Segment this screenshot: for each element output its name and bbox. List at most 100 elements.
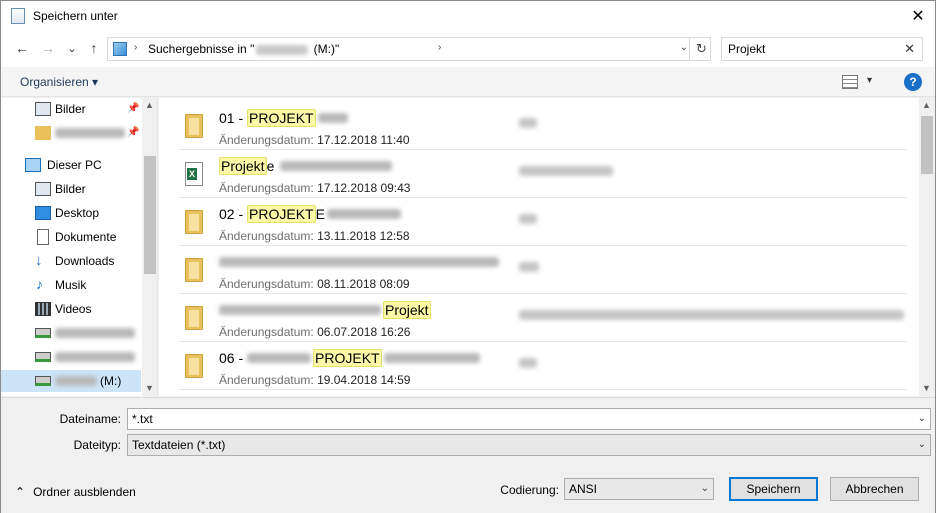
file-name	[219, 254, 499, 270]
sidebar-item-music[interactable]: ♪ Musik	[1, 274, 141, 296]
recent-locations-button[interactable]: ⌄	[63, 39, 81, 57]
view-dropdown-icon[interactable]: ▾	[867, 75, 872, 86]
search-value[interactable]: Projekt	[728, 42, 765, 56]
sidebar-item-pictures-quick[interactable]: Bilder 📌	[1, 98, 141, 120]
redacted-text	[519, 214, 537, 224]
pin-icon[interactable]: 📌	[127, 103, 139, 114]
refresh-button[interactable]: ↻	[689, 37, 713, 61]
command-bar: Organisieren ▾ ▾ ?	[1, 67, 935, 97]
folder-icon	[185, 306, 203, 330]
scroll-down-icon[interactable]: ▼	[145, 383, 154, 393]
desktop-icon	[35, 206, 51, 220]
file-list: 01 - PROJEKT Änderungsdatum: 17.12.2018 …	[159, 98, 919, 396]
folder-icon	[35, 126, 51, 140]
scrollbar-thumb[interactable]	[921, 116, 933, 174]
sidebar-item-label: Downloads	[55, 254, 115, 268]
chevron-down-icon[interactable]: ⌄	[918, 413, 926, 424]
filetype-select[interactable]: Textdateien (*.txt) ⌄	[127, 434, 931, 456]
help-icon[interactable]: ?	[904, 73, 922, 91]
redacted-text	[55, 128, 125, 138]
sidebar-item-folder-quick[interactable]: 📌	[1, 122, 141, 144]
sidebar-item-desktop[interactable]: Desktop	[1, 202, 141, 224]
file-name: 01 - PROJEKT	[219, 109, 348, 127]
chevron-down-icon[interactable]: ⌄	[701, 483, 709, 494]
navigation-bar: ← → ⌄ ↑ › Suchergebnisse in " (M:)" › ⌄ …	[1, 31, 935, 67]
address-bar[interactable]: › Suchergebnisse in " (M:)" › ⌄	[107, 37, 711, 61]
list-item[interactable]: Projekt Änderungsdatum: 06.07.2018 16:26	[179, 294, 907, 342]
save-button[interactable]: Speichern	[729, 477, 818, 501]
list-item[interactable]: 02 - PROJEKT E Änderungsdatum: 13.11.2018…	[179, 198, 907, 246]
scrollbar-thumb[interactable]	[144, 156, 156, 274]
downloads-icon: ↓	[35, 252, 43, 269]
search-input[interactable]: Projekt ✕	[721, 37, 923, 61]
notepad-icon	[11, 8, 25, 24]
redacted-text	[326, 209, 401, 219]
filename-label: Dateiname:	[59, 412, 121, 426]
redacted-text	[55, 376, 97, 386]
file-list-scrollbar[interactable]: ▲ ▼	[919, 98, 935, 396]
view-options-icon[interactable]	[842, 75, 858, 89]
filetype-label: Dateityp:	[73, 438, 121, 452]
redacted-text	[317, 113, 348, 123]
scroll-down-icon[interactable]: ▼	[922, 383, 931, 393]
sidebar-item-downloads[interactable]: ↓ Downloads	[1, 250, 141, 272]
modified-date: Änderungsdatum: 19.04.2018 14:59	[219, 373, 411, 387]
sidebar-item-network-drive-2[interactable]	[1, 346, 141, 368]
excel-file-icon	[185, 162, 203, 186]
organize-menu[interactable]: Organisieren ▾	[20, 75, 98, 89]
sidebar-item-label: Bilder	[55, 102, 86, 116]
modified-date: Änderungsdatum: 13.11.2018 12:58	[219, 229, 410, 243]
scroll-up-icon[interactable]: ▲	[922, 100, 931, 110]
address-dropdown-icon[interactable]: ⌄	[680, 42, 688, 53]
back-button[interactable]: ←	[13, 39, 31, 57]
redacted-text	[55, 328, 135, 338]
pin-icon[interactable]: 📌	[127, 127, 139, 138]
up-button[interactable]: ↑	[85, 39, 103, 57]
clear-search-button[interactable]: ✕	[904, 41, 915, 57]
modified-date: Änderungsdatum: 17.12.2018 09:43	[219, 181, 411, 195]
sidebar-item-label: Dieser PC	[47, 158, 102, 172]
sidebar-scrollbar[interactable]: ▲ ▼	[142, 98, 157, 396]
save-options-panel: Dateiname: *.txt ⌄ Dateityp: Textdateien…	[1, 397, 935, 513]
sidebar-item-videos[interactable]: Videos	[1, 298, 141, 320]
pictures-icon	[35, 102, 51, 116]
encoding-select[interactable]: ANSI ⌄	[564, 478, 714, 500]
sidebar-item-this-pc[interactable]: Dieser PC	[1, 154, 141, 176]
list-item[interactable]: 06 - PROJEKT Änderungsdatum: 19.04.2018 …	[179, 342, 907, 390]
scroll-up-icon[interactable]: ▲	[145, 100, 154, 110]
sidebar-item-network-drive-1[interactable]	[1, 322, 141, 344]
sidebar-item-label: Videos	[55, 302, 92, 316]
breadcrumb-chevron-icon[interactable]: ›	[438, 42, 441, 53]
encoding-value: ANSI	[569, 482, 598, 496]
hide-folders-toggle[interactable]: ⌃ Ordner ausblenden	[15, 485, 136, 499]
redacted-text	[280, 161, 393, 171]
redacted-text	[519, 262, 539, 272]
list-item[interactable]: Änderungsdatum: 08.11.2018 08:09	[179, 246, 907, 294]
sidebar-item-documents[interactable]: Dokumente	[1, 226, 141, 248]
filename-value[interactable]: *.txt	[132, 412, 153, 426]
title-bar: Speichern unter ✕	[1, 1, 935, 31]
filename-input[interactable]: *.txt ⌄	[127, 408, 931, 430]
save-as-dialog: Speichern unter ✕ ← → ⌄ ↑ › Suchergebnis…	[0, 0, 936, 513]
sidebar-item-label: (M:)	[100, 374, 122, 388]
filetype-value: Textdateien (*.txt)	[132, 438, 226, 452]
breadcrumb-chevron-icon[interactable]: ›	[134, 42, 137, 53]
file-name: 02 - PROJEKT E	[219, 205, 401, 223]
sidebar-item-pictures[interactable]: Bilder	[1, 178, 141, 200]
folder-icon	[185, 114, 203, 138]
list-item[interactable]: 01 - PROJEKT Änderungsdatum: 17.12.2018 …	[179, 102, 907, 150]
redacted-text	[519, 118, 537, 128]
redacted-text	[219, 305, 381, 315]
list-item[interactable]: Projekte Änderungsdatum: 17.12.2018 09:4…	[179, 150, 907, 198]
breadcrumb[interactable]: Suchergebnisse in " (M:)"	[148, 42, 339, 56]
hide-folders-label: Ordner ausblenden	[33, 485, 136, 499]
sidebar-item-drive-m[interactable]: (M:)	[1, 370, 141, 392]
sidebar-item-label: Dokumente	[55, 230, 117, 244]
redacted-text	[519, 166, 613, 176]
close-button[interactable]: ✕	[901, 1, 935, 31]
documents-icon	[37, 229, 49, 245]
chevron-down-icon[interactable]: ⌄	[918, 439, 926, 450]
forward-button[interactable]: →	[39, 39, 57, 57]
redacted-text	[519, 358, 537, 368]
cancel-button[interactable]: Abbrechen	[830, 477, 919, 501]
